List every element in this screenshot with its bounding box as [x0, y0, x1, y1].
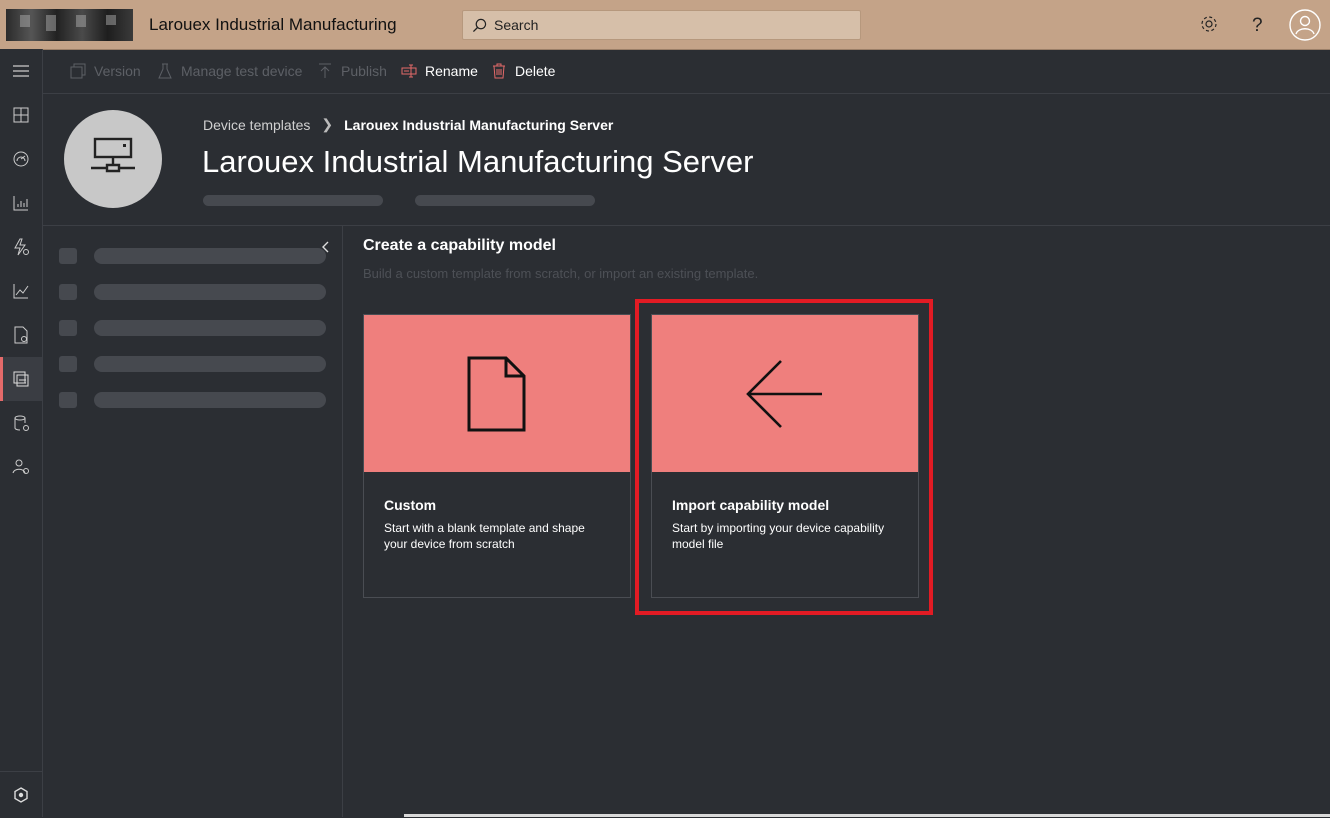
card-banner	[364, 315, 630, 472]
template-avatar	[64, 110, 162, 208]
card-description: Start with a blank template and shape yo…	[384, 521, 585, 551]
hamburger-icon	[13, 65, 29, 77]
svg-text:?: ?	[1252, 15, 1263, 35]
devices-icon	[13, 151, 29, 167]
list-item-placeholder	[59, 392, 329, 408]
list-item-placeholder	[59, 356, 329, 372]
version-label: Version	[94, 63, 141, 79]
nav-rules[interactable]	[0, 225, 42, 269]
iot-central-icon	[14, 787, 28, 803]
nav-devices[interactable]	[0, 137, 42, 181]
version-button[interactable]: Version	[70, 61, 141, 81]
search-box[interactable]: Search	[462, 10, 861, 40]
chart-icon	[13, 284, 29, 299]
rename-button[interactable]: Rename	[401, 61, 478, 81]
app-title[interactable]: Larouex Industrial Manufacturing	[149, 15, 397, 35]
section-title: Create a capability model	[363, 237, 556, 254]
flask-icon	[158, 63, 172, 79]
dashboard-icon	[13, 107, 29, 123]
manage-test-device-label: Manage test device	[181, 63, 303, 79]
loading-placeholder	[415, 195, 595, 206]
template-nav-panel	[43, 226, 343, 817]
section-subtitle: Build a custom template from scratch, or…	[363, 266, 759, 281]
trash-icon	[493, 63, 505, 79]
help-icon[interactable]: ?	[1246, 13, 1268, 35]
administration-icon	[12, 459, 29, 474]
publish-label: Publish	[341, 63, 387, 79]
nav-administration[interactable]	[0, 445, 42, 489]
page-title: Larouex Industrial Manufacturing Server	[202, 144, 754, 179]
nav-chart[interactable]	[0, 269, 42, 313]
delete-label: Delete	[515, 63, 556, 79]
nav-iot-central[interactable]	[0, 771, 42, 818]
nav-analytics[interactable]	[0, 181, 42, 225]
list-item-placeholder	[59, 284, 329, 300]
nav-jobs[interactable]	[0, 313, 42, 357]
publish-icon	[319, 63, 331, 78]
breadcrumb: Device templates ❯ Larouex Industrial Ma…	[203, 116, 613, 133]
rules-icon	[14, 238, 29, 256]
document-icon	[467, 356, 526, 431]
chevron-right-icon: ❯	[321, 116, 334, 132]
server-device-icon	[91, 137, 135, 173]
search-input[interactable]: Search	[494, 17, 538, 33]
settings-gear-icon[interactable]	[1198, 13, 1220, 35]
rename-label: Rename	[425, 63, 478, 79]
hamburger-menu-button[interactable]	[0, 49, 42, 93]
breadcrumb-device-templates[interactable]: Device templates	[203, 117, 310, 133]
app-logo[interactable]	[6, 9, 133, 41]
nav-dashboard[interactable]	[0, 93, 42, 137]
manage-test-device-button[interactable]: Manage test device	[157, 61, 302, 81]
top-bar: Larouex Industrial Manufacturing Search …	[0, 0, 1330, 50]
device-templates-icon	[13, 371, 29, 387]
highlight-box	[635, 299, 933, 615]
nav-device-templates[interactable]	[0, 357, 42, 401]
rename-icon	[401, 64, 417, 78]
list-item-placeholder	[59, 248, 329, 264]
delete-button[interactable]: Delete	[491, 61, 555, 81]
jobs-icon	[14, 326, 28, 344]
command-toolbar: Version Manage test device Publish Renam…	[43, 49, 1330, 94]
search-icon	[472, 18, 487, 33]
user-avatar-icon[interactable]	[1289, 9, 1321, 41]
list-item-placeholder	[59, 320, 329, 336]
nav-data-export[interactable]	[0, 401, 42, 445]
custom-card[interactable]: Custom Start with a blank template and s…	[363, 314, 631, 598]
data-export-icon	[14, 415, 29, 431]
left-nav-rail	[0, 49, 43, 817]
page-header: Device templates ❯ Larouex Industrial Ma…	[43, 94, 1330, 226]
publish-button[interactable]: Publish	[317, 61, 387, 81]
card-title: Custom	[384, 497, 437, 513]
breadcrumb-current: Larouex Industrial Manufacturing Server	[344, 116, 614, 133]
loading-placeholder	[203, 195, 383, 206]
analytics-icon	[13, 196, 28, 211]
version-icon	[70, 63, 86, 79]
